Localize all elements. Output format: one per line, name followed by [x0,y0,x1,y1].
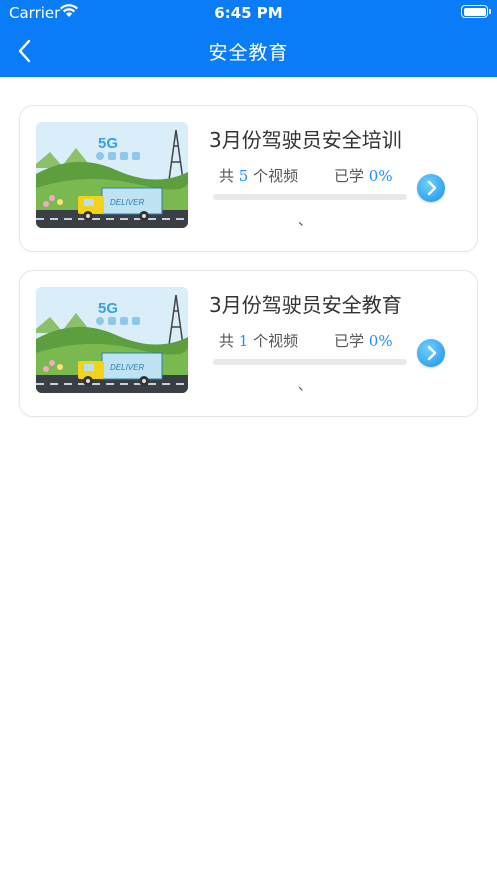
chevron-right-icon [427,180,437,196]
thumb-5g-label: 5G [98,300,118,317]
course-mark: 、 [298,213,312,229]
progress-bar [213,359,407,365]
learned-progress-label: 已学 0% [334,332,393,350]
course-thumbnail: 5G DELIVER [36,287,188,393]
battery-icon [461,5,488,18]
open-course-button[interactable] [417,174,445,202]
page-title: 安全教育 [208,42,289,64]
course-thumbnail: 5G DELIVER [36,122,188,228]
course-mark: 、 [298,378,312,394]
thumb-5g-label: 5G [98,135,118,152]
thumb-truck-label: DELIVER [110,363,144,372]
course-card[interactable]: 5G DELIVER 3月份驾驶员安全教育 共 1 个视频 已学 0% 、 [19,270,478,417]
status-bar: Carrier 6:45 PM [0,0,497,26]
battery-tip [489,9,491,14]
learned-progress-label: 已学 0% [334,167,393,185]
thumb-truck-label: DELIVER [110,198,144,207]
chevron-right-icon [427,345,437,361]
status-time: 6:45 PM [214,4,283,22]
course-title: 3月份驾驶员安全培训 [209,128,402,152]
course-card[interactable]: 5G DELIVER 3月份驾驶员安全培训 共 5 个视频 已学 0% 、 [19,105,478,252]
nav-bar: Carrier 6:45 PM 安全教育 [0,0,497,77]
course-title: 3月份驾驶员安全教育 [209,293,402,317]
open-course-button[interactable] [417,339,445,367]
progress-bar [213,194,407,200]
